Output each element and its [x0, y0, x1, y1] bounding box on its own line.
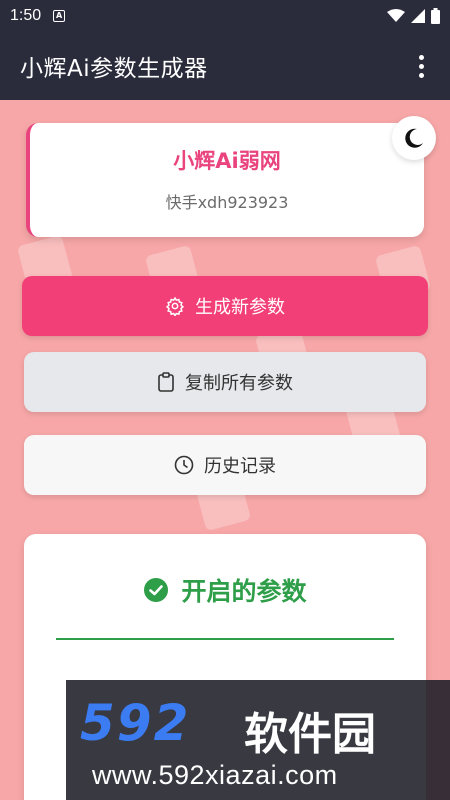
copy-label: 复制所有参数 — [185, 373, 293, 394]
generate-label: 生成新参数 — [195, 297, 285, 318]
params-title-row: 开启的参数 — [24, 572, 426, 608]
gear-icon — [165, 296, 185, 316]
status-bar: 1:50 A — [0, 0, 450, 32]
clock-icon — [174, 455, 194, 475]
moon-icon — [405, 128, 423, 148]
app-title: 小辉Ai参数生成器 — [20, 56, 208, 82]
theme-toggle-button[interactable] — [392, 116, 436, 160]
generate-params-button[interactable]: 生成新参数 — [22, 276, 428, 336]
check-circle-icon — [144, 578, 169, 602]
watermark-url: www.592xiazai.com — [92, 760, 338, 790]
history-label: 历史记录 — [204, 456, 276, 477]
params-title: 开启的参数 — [181, 577, 307, 606]
status-icons — [387, 8, 440, 24]
app-bar: 小辉Ai参数生成器 — [0, 32, 450, 100]
profile-subtitle: 快手xdh923923 — [165, 193, 289, 212]
history-button[interactable]: 历史记录 — [24, 435, 426, 495]
watermark-brand: 软件园 — [244, 709, 376, 760]
a-square-icon: A — [53, 10, 66, 22]
clipboard-icon — [158, 372, 174, 392]
watermark-number: 592 — [80, 694, 191, 752]
profile-card: 小辉Ai弱网 快手xdh923923 — [26, 123, 424, 237]
wifi-icon — [387, 9, 405, 22]
signal-icon — [411, 9, 425, 23]
status-time: 1:50 — [10, 7, 42, 24]
watermark-overlay: 592 软件园 www.592xiazai.com — [66, 680, 450, 800]
more-vert-icon[interactable] — [413, 49, 430, 84]
copy-all-button[interactable]: 复制所有参数 — [24, 352, 426, 412]
params-divider — [56, 638, 394, 640]
profile-name: 小辉Ai弱网 — [173, 149, 281, 173]
battery-icon — [431, 8, 440, 24]
